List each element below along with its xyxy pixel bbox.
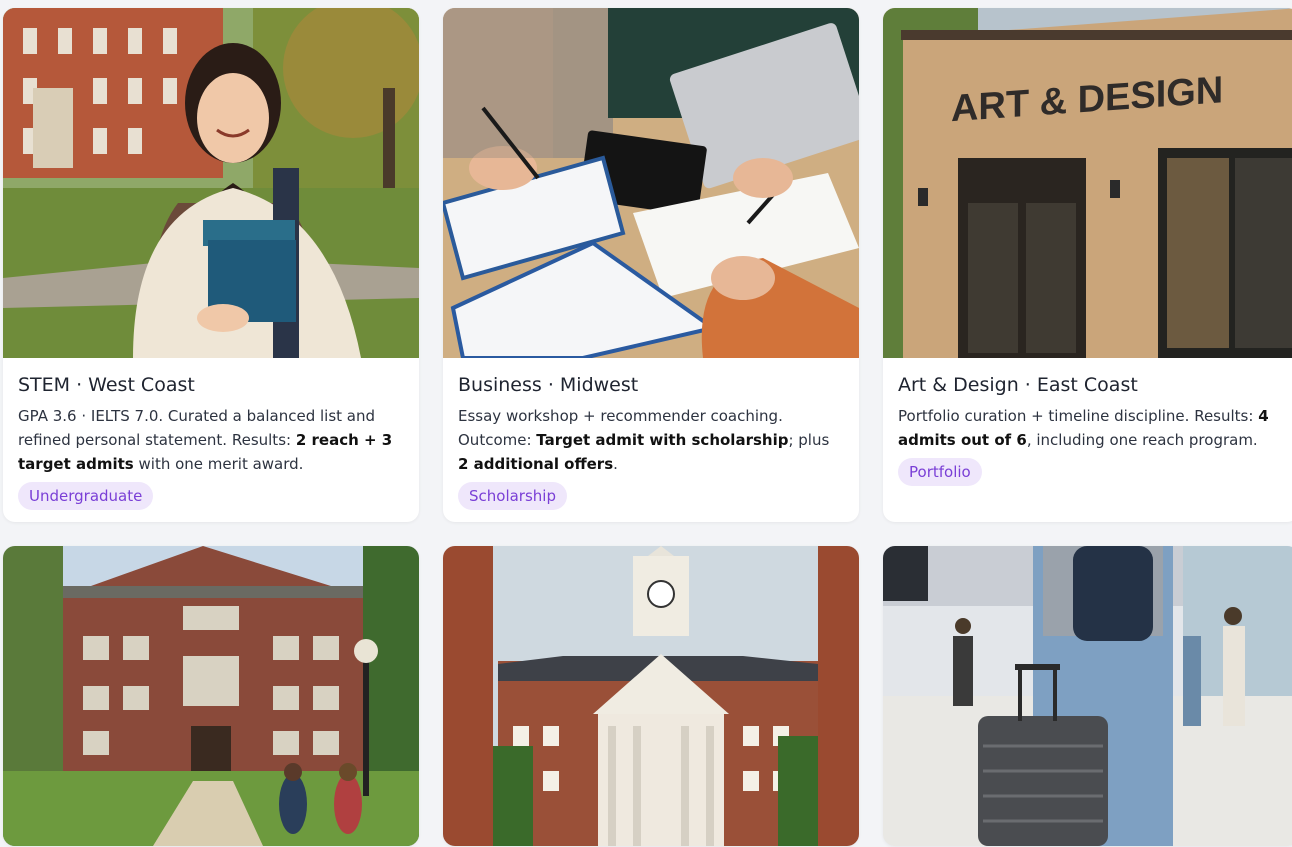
case-study-grid: STEM · West Coast GPA 3.6 · IELTS 7.0. C… xyxy=(3,8,1292,846)
clock-tower-photo xyxy=(443,546,859,846)
paperwork-photo xyxy=(443,8,859,358)
tag-badge[interactable]: Portfolio xyxy=(898,458,982,486)
card-description: GPA 3.6 · IELTS 7.0. Curated a balanced … xyxy=(18,407,393,473)
card-title: Art & Design · East Coast xyxy=(898,374,1138,396)
university-hall-photo xyxy=(3,546,419,846)
case-card-5[interactable] xyxy=(443,546,859,846)
card-description: Portfolio curation + timeline discipline… xyxy=(898,407,1269,449)
case-card-business[interactable]: Business · Midwest Essay workshop + reco… xyxy=(443,8,859,522)
card-description: Essay workshop + recommender coaching. O… xyxy=(458,407,830,473)
airport-traveler-photo xyxy=(883,546,1292,846)
case-card-6[interactable] xyxy=(883,546,1292,846)
case-card-stem[interactable]: STEM · West Coast GPA 3.6 · IELTS 7.0. C… xyxy=(3,8,419,522)
student-photo xyxy=(3,8,419,358)
card-title: Business · Midwest xyxy=(458,374,639,396)
case-card-art-design[interactable]: ART & DESIGN Art & Design · East Coast P… xyxy=(883,8,1292,522)
card-title: STEM · West Coast xyxy=(18,374,195,396)
tag-badge[interactable]: Scholarship xyxy=(458,482,567,510)
tag-badge[interactable]: Undergraduate xyxy=(18,482,154,510)
case-card-4[interactable] xyxy=(3,546,419,846)
art-design-building-photo: ART & DESIGN xyxy=(883,8,1292,358)
